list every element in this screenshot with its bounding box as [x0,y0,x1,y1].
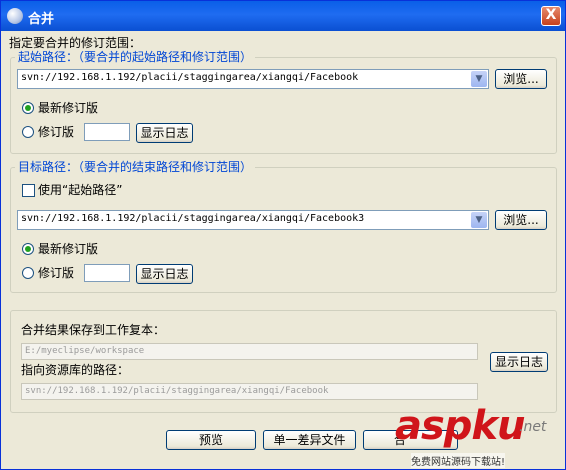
merge-dialog: 合并 X 指定要合并的修订范围： 起始路径：（要合并的起始路径和修订范围） sv… [0,0,566,470]
unified-diff-button[interactable]: 单一差异文件 [263,430,356,450]
start-revision-input[interactable] [84,123,130,141]
start-revision-radio[interactable] [22,126,34,138]
watermark-brand: aspku [395,403,526,449]
watermark-net: .net [519,419,547,435]
chevron-down-icon[interactable]: ▼ [471,71,487,87]
start-url-combobox[interactable]: svn://192.168.1.192/placii/staggingarea/… [17,69,489,89]
repo-path-value: svn://192.168.1.192/placii/staggingarea/… [25,386,329,396]
start-show-log-button[interactable]: 显示日志 [136,123,193,143]
repo-path-label: 指向资源库的路径： [21,363,130,377]
working-copy-field: E:/myeclipse/workspace [21,343,478,360]
end-path-legend: 目标路径：（要合并的结束路径和修订范围） [15,160,256,174]
end-browse-button[interactable]: 浏览... [495,210,547,230]
chevron-down-icon[interactable]: ▼ [471,212,487,228]
watermark-subtitle: 免费网站源码下载站! [411,453,506,468]
end-revision-radio[interactable] [22,267,34,279]
window-title: 合并 [28,12,55,27]
working-copy-label: 合并结果保存到工作复本： [21,323,166,337]
end-url-text: svn://192.168.1.192/placii/staggingarea/… [21,213,365,224]
end-url-combobox[interactable]: svn://192.168.1.192/placii/staggingarea/… [17,210,489,230]
end-show-log-button[interactable]: 显示日志 [136,264,193,284]
start-latest-radio[interactable] [22,102,34,114]
start-path-legend: 起始路径：（要合并的起始路径和修订范围） [15,50,256,64]
use-start-path-label: 使用“起始路径” [38,183,123,197]
working-copy-value: E:/myeclipse/workspace [25,346,145,356]
end-revision-label: 修订版 [38,266,75,280]
end-latest-radio[interactable] [22,243,34,255]
result-show-log-button[interactable]: 显示日志 [490,352,548,372]
start-browse-button[interactable]: 浏览... [495,69,547,89]
start-revision-label: 修订版 [38,125,75,139]
start-latest-label: 最新修订版 [38,101,99,115]
start-url-text: svn://192.168.1.192/placii/staggingarea/… [21,72,359,83]
site-watermark: aspku .net 免费网站源码下载站! [387,403,559,469]
instruction-label: 指定要合并的修订范围： [9,36,142,50]
title-bar[interactable]: 合并 X [1,1,565,31]
repo-path-field: svn://192.168.1.192/placii/staggingarea/… [21,383,478,400]
preview-button[interactable]: 预览 [166,430,256,450]
end-revision-input[interactable] [84,264,130,282]
use-start-path-checkbox[interactable] [22,184,35,197]
end-latest-label: 最新修订版 [38,242,99,256]
app-icon [7,8,23,24]
close-button[interactable]: X [541,6,561,26]
